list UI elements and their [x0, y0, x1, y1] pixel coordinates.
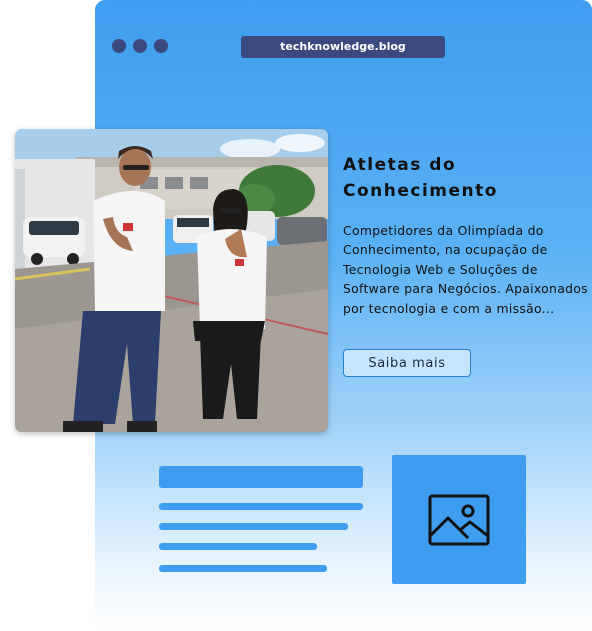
window-dot-minimize[interactable] [133, 39, 147, 53]
placeholder-text-line [159, 523, 348, 530]
address-bar[interactable]: techknowledge.blog [241, 36, 445, 58]
image-placeholder-icon [428, 494, 490, 546]
placeholder-text-line [159, 543, 317, 550]
window-controls [112, 39, 168, 53]
placeholder-text-line [159, 565, 327, 572]
article-title: Atletas do Conhecimento [343, 155, 498, 201]
window-dot-maximize[interactable] [154, 39, 168, 53]
placeholder-text-line [159, 503, 363, 510]
placeholder-heading-bar [159, 466, 363, 488]
read-more-button[interactable]: Saiba mais [343, 349, 471, 377]
article-description: Competidores da Olimpíada do Conheciment… [343, 223, 588, 316]
article-photo [15, 129, 328, 432]
image-placeholder [392, 455, 526, 584]
window-dot-close[interactable] [112, 39, 126, 53]
